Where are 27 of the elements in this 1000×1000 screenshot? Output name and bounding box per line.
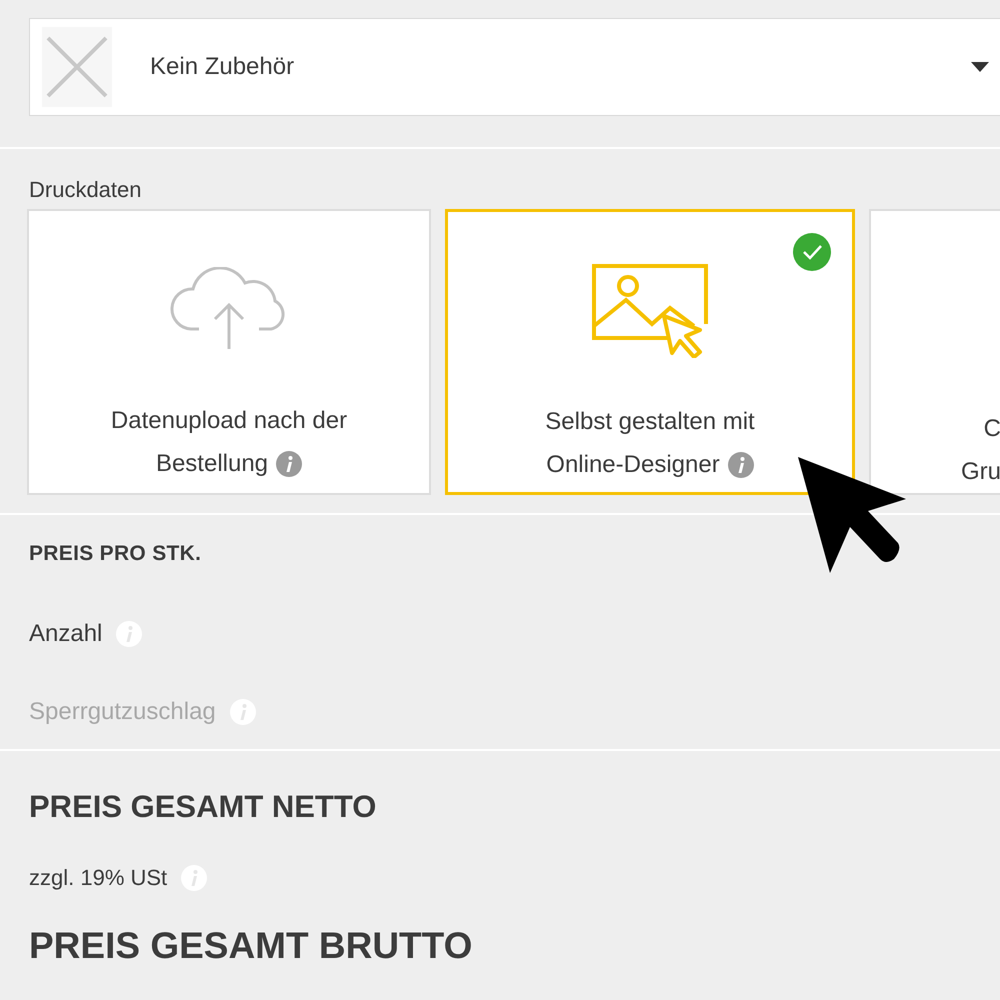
info-icon[interactable] bbox=[116, 621, 142, 647]
print-option-card[interactable]: Selbst gestalten mit Online-Designer bbox=[445, 209, 855, 495]
option-label: C bbox=[984, 414, 1000, 444]
price-row-label: Sperrgutzuschlag bbox=[29, 698, 216, 726]
price-row-label: Anzahl bbox=[29, 620, 102, 648]
cross-icon bbox=[46, 36, 108, 98]
option-label: Bestellung bbox=[156, 449, 268, 479]
option-label: Datenupload nach der bbox=[110, 406, 348, 436]
option-label: Gru bbox=[960, 457, 1000, 487]
info-icon[interactable] bbox=[230, 699, 256, 725]
accessory-dropdown[interactable]: Kein Zubehör bbox=[29, 18, 1000, 116]
print-option-card[interactable]: C Gru bbox=[869, 209, 1000, 495]
info-icon[interactable] bbox=[276, 450, 302, 476]
total-net-heading: PREIS GESAMT NETTO bbox=[29, 789, 376, 825]
info-icon[interactable] bbox=[181, 865, 208, 891]
print-option-card[interactable]: Datenupload nach der Bestellung bbox=[27, 209, 431, 495]
option-label: Selbst gestalten mit bbox=[545, 407, 755, 437]
section-heading: PREIS PRO STK. bbox=[29, 542, 202, 566]
tax-note: zzgl. 19% USt bbox=[29, 865, 168, 891]
caret-icon bbox=[971, 62, 989, 72]
check-icon bbox=[793, 233, 831, 271]
option-label: Online-Designer bbox=[546, 450, 720, 480]
info-icon[interactable] bbox=[728, 452, 754, 478]
image-cursor-icon bbox=[590, 262, 710, 358]
section-label: Druckdaten bbox=[29, 177, 142, 203]
dropdown-value: Kein Zubehör bbox=[150, 53, 296, 81]
total-gross-heading: PREIS GESAMT BRUTTO bbox=[29, 925, 472, 967]
